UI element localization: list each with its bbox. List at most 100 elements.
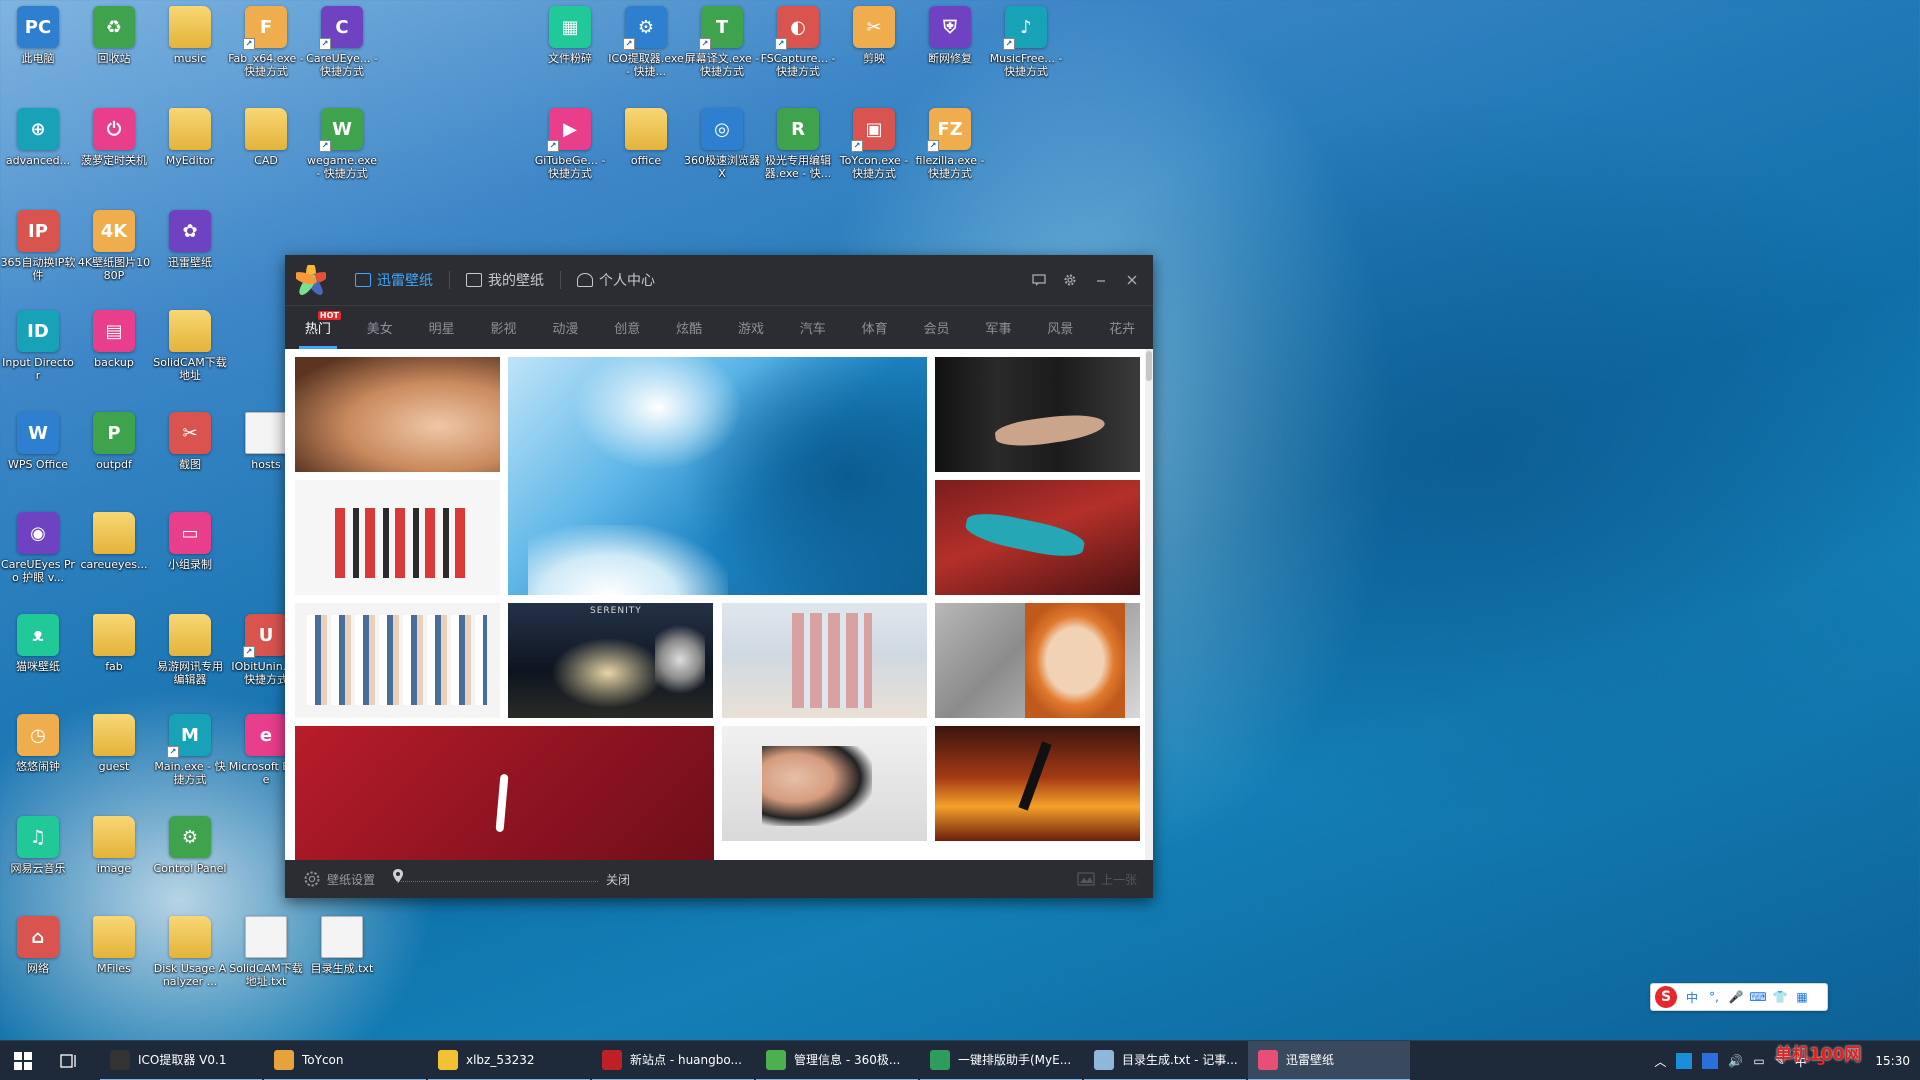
desktop-icon[interactable]: M ↗ Main.exe - 快捷方式 (152, 710, 228, 786)
chevron-up-icon[interactable]: ︿ (1654, 1053, 1666, 1070)
previous-wallpaper-button[interactable]: 上一张 (1077, 871, 1137, 888)
wallpaper-thumb-serenity[interactable]: SERENITY (508, 603, 713, 718)
taskbar-app-button[interactable]: 迅雷壁纸 (1248, 1040, 1410, 1080)
desktop-icon[interactable]: ⏻ 菠萝定时关机 (76, 104, 152, 167)
tab-personal-center[interactable]: 个人中心 (561, 255, 671, 305)
wallpaper-thumb[interactable] (295, 357, 500, 472)
taskbar-app-button[interactable]: 新站点 - huangbo... (592, 1041, 754, 1080)
desktop-icon[interactable]: ♻ 回收站 (76, 2, 152, 65)
desktop-icon[interactable]: PC 此电脑 (0, 2, 76, 65)
tab-xunlei-wallpaper[interactable]: 迅雷壁纸 (339, 255, 449, 305)
category-tab[interactable]: 创意 (596, 305, 658, 349)
desktop-icon[interactable]: ▶ ↗ GiTubeGe... - 快捷方式 (532, 104, 608, 180)
keyboard-icon[interactable]: ⌨ (1749, 990, 1766, 1004)
minimize-button[interactable] (1087, 267, 1114, 294)
wallpaper-thumb[interactable] (295, 603, 500, 718)
wallpaper-thumb[interactable] (722, 603, 927, 718)
desktop-icon[interactable]: SolidCAM下载地址 (152, 306, 228, 382)
desktop-icon[interactable]: careueyes... (76, 508, 152, 571)
desktop-icon[interactable]: ⛨ 断网修复 (912, 2, 988, 65)
task-view-button[interactable] (46, 1041, 92, 1080)
scrollbar-thumb[interactable] (1146, 351, 1152, 381)
desktop-icon[interactable]: Poutpdf (76, 408, 152, 471)
category-tab[interactable]: 风景 (1029, 305, 1091, 349)
tab-my-wallpaper[interactable]: 我的壁纸 (450, 255, 560, 305)
close-button[interactable] (1118, 267, 1145, 294)
desktop-icon[interactable]: ⊕ advanced... (0, 104, 76, 167)
desktop-icon[interactable]: ᴥ 猫咪壁纸 (0, 610, 76, 673)
wallpaper-thumb[interactable] (935, 726, 1140, 841)
wallpaper-thumb[interactable] (722, 726, 927, 841)
taskbar-app-button[interactable]: 目录生成.txt - 记事... (1084, 1041, 1246, 1080)
category-tab[interactable]: 炫酷 (658, 305, 720, 349)
desktop-icon[interactable]: IP 365自动换IP软件 (0, 206, 76, 282)
desktop-icon[interactable]: ◷ 悠悠闹钟 (0, 710, 76, 773)
desktop-icon[interactable]: ▭ 小组录制 (152, 508, 228, 571)
category-tab[interactable]: 影视 (473, 305, 535, 349)
ime-mode-toggle[interactable]: 中 (1685, 990, 1699, 1005)
network-icon[interactable]: ▭ (1753, 1054, 1764, 1068)
wallpaper-thumb[interactable] (935, 603, 1140, 718)
tray-app-icon[interactable] (1676, 1053, 1693, 1069)
wallpaper-thumb[interactable] (935, 480, 1140, 595)
category-tab[interactable]: 热门 HOT (287, 305, 349, 349)
gallery-scrollbar[interactable] (1145, 349, 1153, 860)
clock[interactable]: 15:30 (1875, 1054, 1910, 1068)
taskbar-app-button[interactable]: xlbz_53232 (428, 1041, 590, 1080)
desktop-icon[interactable]: fab (76, 610, 152, 673)
desktop-icon[interactable]: MyEditor (152, 104, 228, 167)
desktop-icon[interactable]: ▤ backup (76, 306, 152, 369)
desktop-icon[interactable]: ✂ 剪映 (836, 2, 912, 65)
punctuation-icon[interactable]: °, (1707, 990, 1721, 1004)
desktop-icon[interactable]: ✿ 迅雷壁纸 (152, 206, 228, 269)
desktop-icon[interactable]: ⚙ Control Panel (152, 812, 228, 875)
desktop-icon[interactable]: ◐ ↗ FSCapture... - 快捷方式 (760, 2, 836, 78)
settings-button[interactable] (1056, 267, 1083, 294)
desktop-icon[interactable]: T ↗ 屏幕译文.exe - 快捷方式 (684, 2, 760, 78)
feedback-button[interactable] (1025, 267, 1052, 294)
desktop-icon[interactable]: 4K 4K壁纸图片1080P (76, 206, 152, 282)
volume-icon[interactable]: 🔊 (1728, 1054, 1743, 1068)
taskbar-app-button[interactable]: 一键排版助手(MyE... (920, 1041, 1082, 1080)
start-button[interactable] (0, 1041, 46, 1080)
desktop-icon[interactable]: Disk Usage Analyzer ... (152, 912, 228, 988)
desktop-icon[interactable]: R 极光专用编辑器.exe - 快... (760, 104, 836, 180)
desktop-icon[interactable]: SolidCAM下载地址.txt (228, 912, 304, 988)
desktop-icon[interactable]: FZ ↗ filezilla.exe - 快捷方式 (912, 104, 988, 180)
tray-bluetooth-icon[interactable] (1702, 1053, 1719, 1069)
desktop-icon[interactable]: F ↗ Fab_x64.exe - 快捷方式 (228, 2, 304, 78)
desktop-icon[interactable]: ✂ 截图 (152, 408, 228, 471)
desktop-icon[interactable]: office (608, 104, 684, 167)
desktop-icon[interactable]: music (152, 2, 228, 65)
desktop-icon[interactable]: ⌂ 网络 (0, 912, 76, 975)
taskbar-app-button[interactable]: ICO提取器 V0.1 (100, 1041, 262, 1080)
wallpaper-thumb[interactable] (935, 357, 1140, 472)
category-tab[interactable]: 体育 (844, 305, 906, 349)
category-tab[interactable]: 会员 (906, 305, 968, 349)
desktop-icon[interactable]: ▦ 文件粉碎 (532, 2, 608, 65)
desktop-icon[interactable]: MFiles (76, 912, 152, 975)
wallpaper-thumb[interactable] (295, 480, 500, 595)
microphone-icon[interactable]: 🎤 (1729, 990, 1744, 1004)
desktop-icon[interactable]: W WPS Office (0, 408, 76, 471)
taskbar-app-button[interactable]: 管理信息 - 360极... (756, 1041, 918, 1080)
sogou-logo-icon[interactable]: S (1655, 986, 1677, 1008)
desktop-icon[interactable]: ID Input Director (0, 306, 76, 382)
category-tab[interactable]: 美女 (349, 305, 411, 349)
category-tab[interactable]: 动漫 (534, 305, 596, 349)
desktop-icon[interactable]: CAD (228, 104, 304, 167)
wallpaper-thumb[interactable] (295, 726, 714, 860)
desktop-icon[interactable]: C ↗ CareUEye... - 快捷方式 (304, 2, 380, 78)
desktop-icon[interactable]: ⚙ ↗ ICO提取器.exe - 快捷... (608, 2, 684, 78)
taskbar-app-button[interactable]: ToYcon (264, 1041, 426, 1080)
toolbox-icon[interactable]: ▦ (1795, 990, 1809, 1004)
category-tab[interactable]: 游戏 (720, 305, 782, 349)
desktop-icon[interactable]: 易游网讯专用编辑器 (152, 610, 228, 686)
skin-icon[interactable]: 👕 (1773, 990, 1788, 1004)
category-tab[interactable]: 花卉 (1091, 305, 1153, 349)
category-tab[interactable]: 汽车 (782, 305, 844, 349)
desktop-icon[interactable]: ♪ ↗ MusicFree... - 快捷方式 (988, 2, 1064, 78)
interval-slider[interactable] (393, 869, 599, 889)
desktop-icon[interactable]: ◎ 360极速浏览器X (684, 104, 760, 180)
desktop-icon[interactable]: guest (76, 710, 152, 773)
